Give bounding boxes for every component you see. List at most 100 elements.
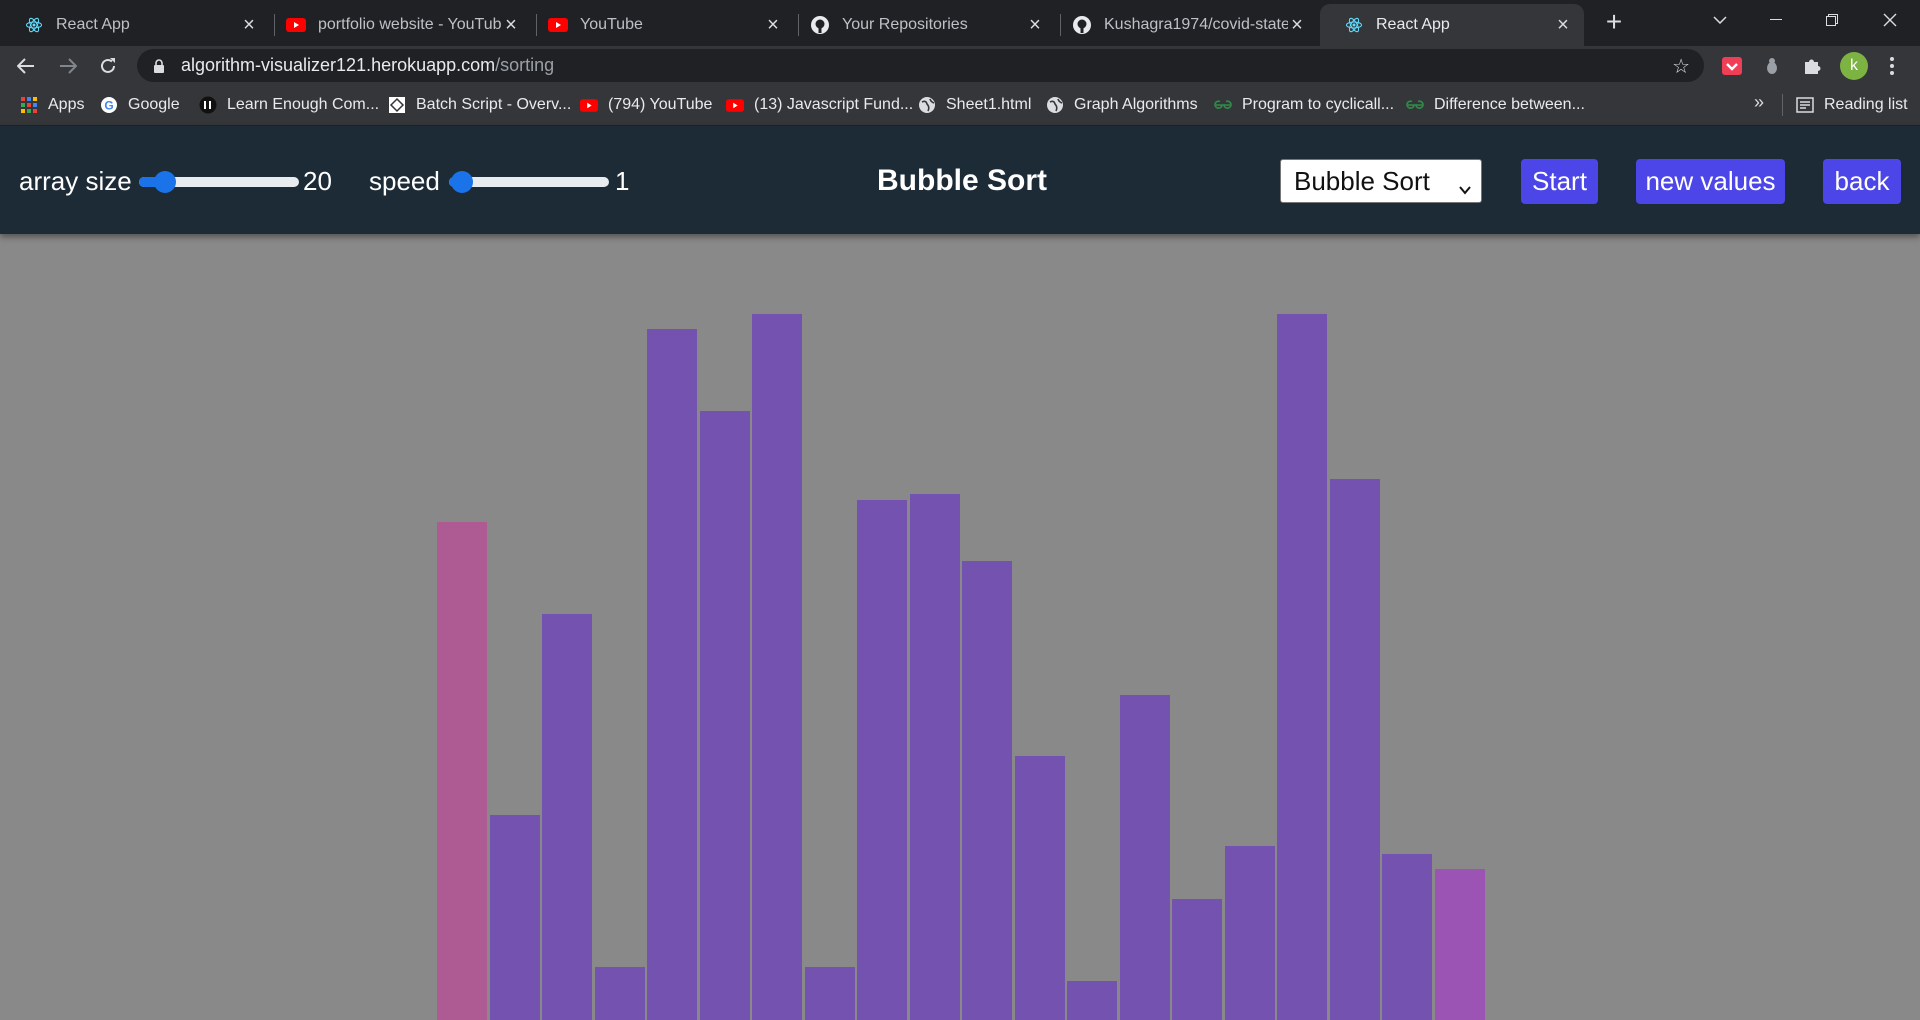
array-size-value: 20	[303, 166, 332, 196]
array-bar	[699, 411, 750, 1020]
tab-search-chevron-icon[interactable]	[1692, 0, 1748, 40]
array-bar	[909, 494, 960, 1020]
array-bar	[1172, 899, 1222, 1020]
url-host: algorithm-visualizer121.herokuapp.com	[181, 55, 496, 75]
reading-list-icon	[1796, 96, 1814, 114]
bookmark-batch-script[interactable]: Batch Script - Overv...	[388, 84, 571, 126]
more-menu-icon[interactable]	[1880, 54, 1904, 78]
close-icon[interactable]: ×	[240, 14, 258, 36]
github-icon	[1072, 15, 1092, 35]
bookmark-program-cyclically[interactable]: Program to cyclicall...	[1214, 84, 1394, 126]
bookmarks-bar: Apps G Google Learn Enough Com... Batch …	[0, 84, 1920, 126]
youtube-icon	[580, 96, 598, 114]
gfg-icon	[1406, 96, 1424, 114]
array-bar	[857, 500, 907, 1020]
back-button[interactable]: back	[1823, 159, 1901, 204]
close-window-button[interactable]	[1862, 0, 1918, 40]
bookmark-sheet1[interactable]: Sheet1.html	[918, 84, 1031, 126]
reading-list-label: Reading list	[1824, 96, 1908, 113]
svg-text:G: G	[104, 99, 113, 113]
sorting-bars-area	[0, 234, 1920, 1020]
profile-avatar[interactable]: k	[1840, 52, 1868, 80]
array-bar	[962, 561, 1012, 1020]
youtube-icon	[548, 15, 568, 35]
array-bar	[437, 522, 487, 1020]
apps-grid-icon	[20, 96, 38, 114]
tutorialspoint-icon	[388, 96, 406, 114]
new-values-button[interactable]: new values	[1636, 159, 1785, 204]
react-icon	[24, 15, 44, 35]
github-icon	[810, 15, 830, 35]
speed-slider[interactable]	[449, 171, 609, 193]
visualizer-header: array size 20 speed 1 Bubble Sort Bubble…	[0, 126, 1920, 234]
bookmark-label: Program to cyclicall...	[1242, 96, 1395, 113]
reload-icon[interactable]	[92, 50, 124, 82]
restore-button[interactable]	[1804, 0, 1860, 40]
algorithm-select-value: Bubble Sort	[1294, 165, 1430, 196]
bookmark-apps[interactable]: Apps	[20, 84, 84, 126]
bookmark-javascript-fund[interactable]: (13) Javascript Fund...	[726, 84, 913, 126]
array-bar	[1067, 981, 1117, 1020]
tab-title: React App	[1376, 16, 1450, 33]
array-bar	[1224, 846, 1275, 1020]
tab-your-repositories[interactable]: Your Repositories ×	[786, 4, 1056, 46]
tab-covid-state[interactable]: Kushagra1974/covid-state ×	[1048, 4, 1318, 46]
array-bar	[489, 815, 540, 1020]
chevron-down-icon	[1459, 172, 1471, 195]
close-icon[interactable]: ×	[1026, 14, 1044, 36]
tab-react-app-active[interactable]: React App ×	[1320, 4, 1584, 46]
extensions-puzzle-icon[interactable]	[1800, 54, 1824, 78]
close-icon[interactable]: ×	[502, 14, 520, 36]
gfg-icon	[1214, 96, 1232, 114]
tab-react-app-1[interactable]: React App ×	[0, 4, 270, 46]
array-size-slider[interactable]	[139, 171, 299, 193]
url-path: /sorting	[495, 55, 555, 75]
tab-portfolio-youtube[interactable]: portfolio website - YouTube ×	[262, 4, 532, 46]
bookmarks-overflow-icon[interactable]: »	[1754, 92, 1764, 113]
start-button[interactable]: Start	[1521, 159, 1598, 204]
bookmark-google[interactable]: G Google	[100, 84, 180, 126]
tab-title: React App	[56, 16, 130, 33]
close-icon[interactable]: ×	[764, 14, 782, 36]
extension-pocket-icon[interactable]	[1720, 54, 1744, 78]
reading-list-button[interactable]: Reading list	[1796, 84, 1908, 126]
array-size-label: array size	[19, 166, 132, 196]
tab-title: Kushagra1974/covid-state	[1104, 16, 1288, 33]
bookmark-label: Graph Algorithms	[1074, 96, 1198, 113]
close-icon[interactable]: ×	[1554, 14, 1572, 36]
bookmark-youtube-794[interactable]: (794) YouTube	[580, 84, 712, 126]
algorithm-title: Bubble Sort	[877, 164, 1047, 197]
bookmark-graph-algorithms[interactable]: Graph Algorithms	[1046, 84, 1198, 126]
tab-youtube[interactable]: YouTube ×	[524, 4, 794, 46]
extension-gray-icon[interactable]	[1760, 54, 1784, 78]
bookmark-label: Learn Enough Com...	[227, 96, 380, 113]
bookmark-label: Batch Script - Overv...	[416, 96, 572, 113]
lock-icon	[153, 58, 167, 74]
tab-title: portfolio website - YouTube	[318, 16, 502, 33]
bookmark-learn-enough[interactable]: Learn Enough Com...	[199, 84, 379, 126]
bookmark-label: Difference between...	[1434, 96, 1585, 113]
slider-thumb[interactable]	[154, 171, 177, 193]
tab-strip: React App × portfolio website - YouTube …	[0, 0, 1920, 46]
algorithm-select[interactable]: Bubble Sort	[1280, 159, 1482, 203]
google-icon: G	[100, 96, 118, 114]
back-arrow-icon[interactable]	[10, 50, 42, 82]
close-icon[interactable]: ×	[1288, 14, 1306, 36]
array-bar	[542, 614, 592, 1020]
bookmark-label: Google	[128, 96, 180, 113]
globe-icon	[1046, 96, 1064, 114]
bookmark-label: Apps	[48, 96, 85, 113]
minimize-button[interactable]	[1748, 0, 1804, 40]
array-bar	[1119, 695, 1170, 1020]
youtube-icon	[286, 15, 306, 35]
tab-title: Your Repositories	[842, 16, 968, 33]
array-bar	[1277, 314, 1327, 1020]
address-bar[interactable]: algorithm-visualizer121.herokuapp.com/so…	[137, 49, 1704, 82]
array-bar	[1434, 869, 1485, 1020]
bookmark-star-icon[interactable]: ☆	[1672, 54, 1690, 79]
bookmark-difference-between[interactable]: Difference between...	[1406, 84, 1585, 126]
browser-toolbar: algorithm-visualizer121.herokuapp.com/so…	[0, 46, 1920, 84]
new-tab-button[interactable]: +	[1598, 6, 1630, 38]
forward-arrow-icon[interactable]	[52, 50, 84, 82]
slider-thumb[interactable]	[451, 171, 473, 193]
